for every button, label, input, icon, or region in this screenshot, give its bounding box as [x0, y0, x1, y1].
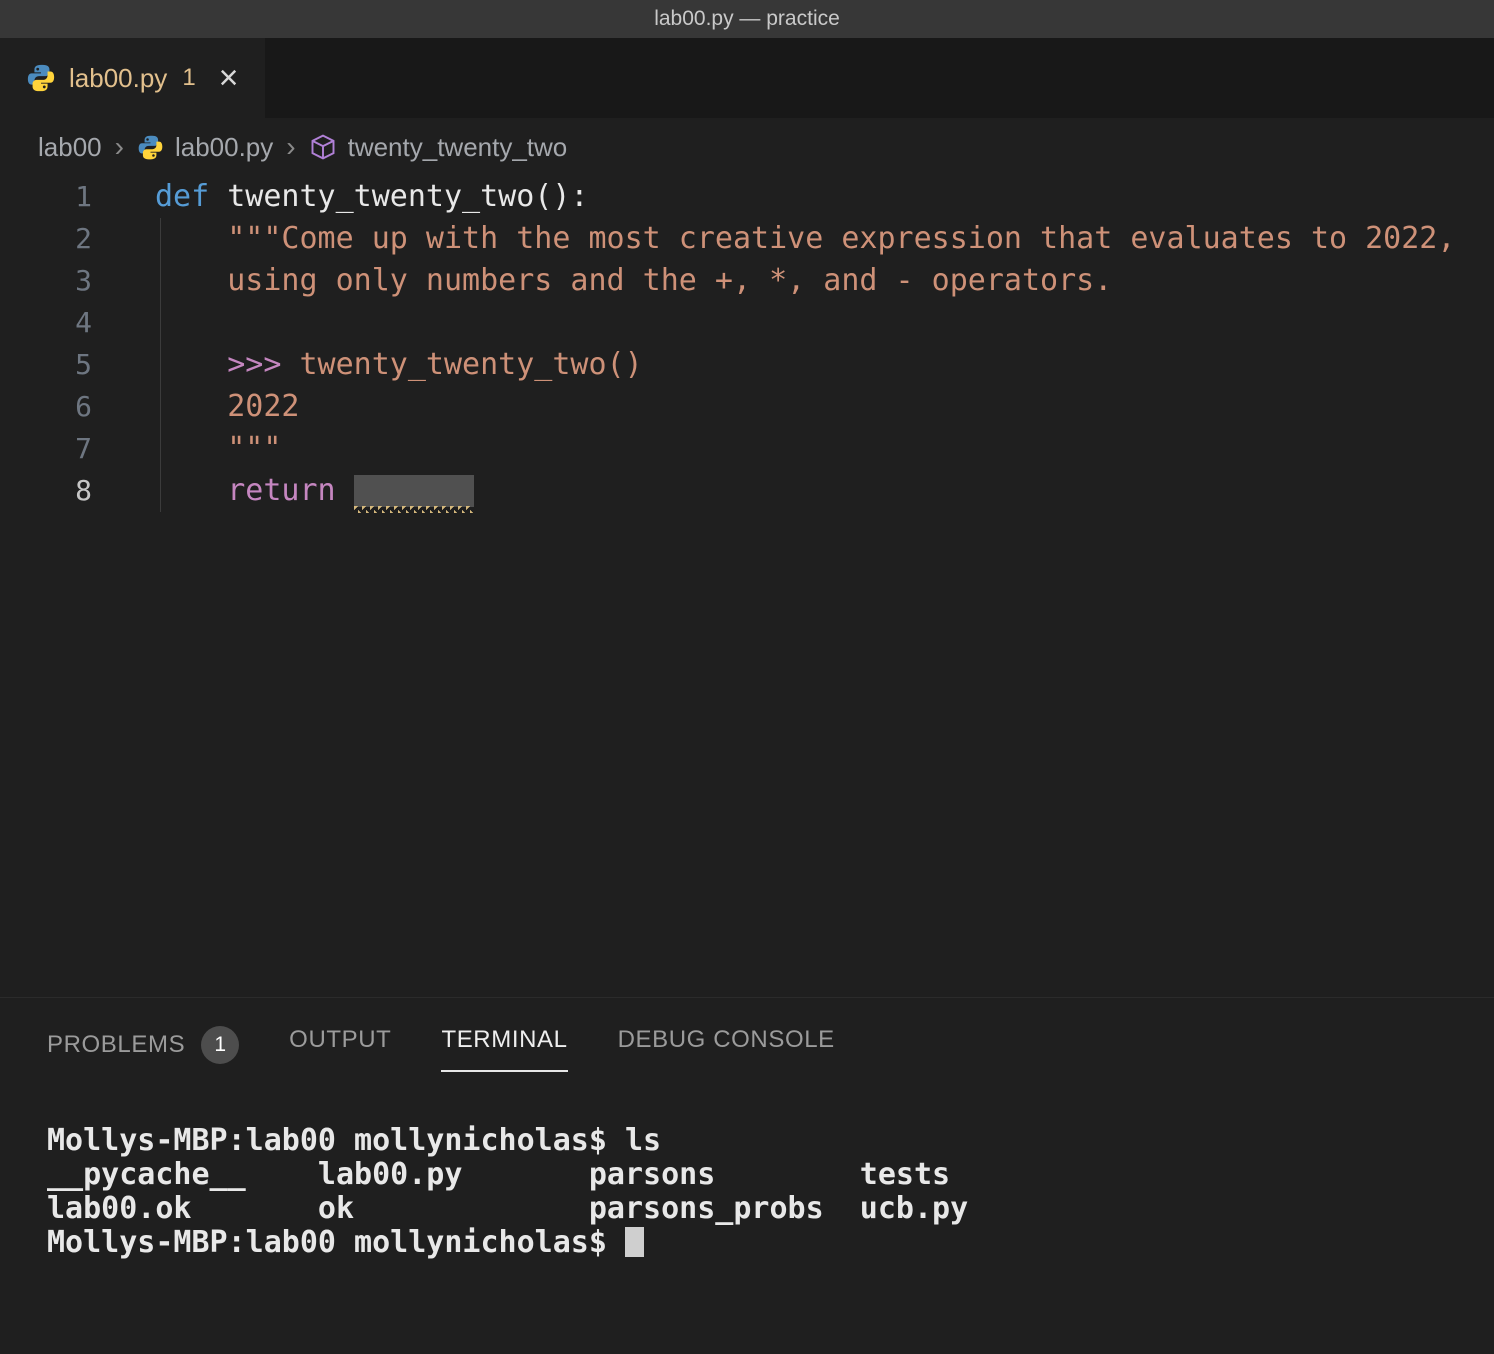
code-token: def [155, 179, 209, 214]
panel-tab-debug-console[interactable]: DEBUG CONSOLE [618, 1026, 835, 1072]
panel-tab-label: DEBUG CONSOLE [618, 1026, 835, 1054]
line-number: 6 [0, 386, 92, 428]
line-number: 2 [0, 218, 92, 260]
editor-line[interactable]: 1 def twenty_twenty_two(): [0, 176, 1494, 218]
panel-tab-label: OUTPUT [289, 1026, 391, 1054]
code-token: """ [155, 431, 281, 466]
code-text: >>> twenty_twenty_two() [155, 344, 643, 386]
tab-lab00py[interactable]: lab00.py 1 × [0, 38, 265, 118]
code-text: """ [155, 428, 281, 470]
code-text: def twenty_twenty_two(): [155, 176, 588, 218]
editor-line[interactable]: 4 [0, 302, 1494, 344]
tab-label: lab00.py [69, 63, 167, 94]
editor-line[interactable]: 7 """ [0, 428, 1494, 470]
terminal-cursor [625, 1227, 644, 1257]
editor-lines: 1def twenty_twenty_two():2 """Come up wi… [0, 176, 1494, 512]
code-token [209, 179, 227, 214]
terminal-line: __pycache__ lab00.py parsons tests [47, 1158, 1494, 1192]
panel-tab-terminal[interactable]: TERMINAL [441, 1026, 567, 1072]
line-number: 5 [0, 344, 92, 386]
chevron-right-icon: › [286, 131, 295, 163]
code-token: """Come up with the most creative expres… [155, 221, 1455, 256]
line-number: 7 [0, 428, 92, 470]
code-token: using only numbers and the +, *, and - o… [155, 263, 1112, 298]
breadcrumb-file[interactable]: lab00.py [175, 132, 273, 163]
code-token: return [155, 473, 354, 508]
indent-guide [160, 302, 161, 344]
editor-line[interactable]: 8 return [0, 470, 1494, 512]
terminal-line: Mollys-MBP:lab00 mollynicholas$ ls [47, 1124, 1494, 1158]
title-bar[interactable]: lab00.py — practice [0, 0, 1494, 38]
line-number: 3 [0, 260, 92, 302]
indent-guide [160, 470, 161, 512]
panel-tabs: PROBLEMS 1 OUTPUT TERMINAL DEBUG CONSOLE [0, 998, 1494, 1100]
code-text: return [155, 470, 474, 512]
terminal-line: lab00.ok ok parsons_probs ucb.py [47, 1192, 1494, 1226]
line-number: 4 [0, 302, 92, 344]
python-icon [26, 63, 56, 93]
breadcrumb-folder[interactable]: lab00 [38, 132, 102, 163]
editor-line[interactable]: 6 2022 [0, 386, 1494, 428]
indent-guide [160, 386, 161, 428]
panel-tab-label: PROBLEMS [47, 1031, 185, 1059]
vscode-window: lab00.py — practice lab00.py 1 × lab00 ›… [0, 0, 1494, 1354]
line-number: 8 [0, 470, 92, 512]
code-text: """Come up with the most creative expres… [155, 218, 1455, 260]
terminal-output[interactable]: Mollys-MBP:lab00 mollynicholas$ ls__pyca… [0, 1100, 1494, 1260]
symbol-namespace-icon [309, 133, 337, 161]
code-token: 2022 [155, 389, 300, 424]
code-token: twenty_twenty_two() [300, 347, 643, 382]
indent-guide [160, 428, 161, 470]
chevron-right-icon: › [115, 131, 124, 163]
python-icon [137, 134, 164, 161]
panel-tab-output[interactable]: OUTPUT [289, 1026, 391, 1072]
editor-line[interactable]: 2 """Come up with the most creative expr… [0, 218, 1494, 260]
bottom-panel: PROBLEMS 1 OUTPUT TERMINAL DEBUG CONSOLE Mol… [0, 998, 1494, 1354]
panel-tab-label: TERMINAL [441, 1026, 567, 1054]
code-text: using only numbers and the +, *, and - o… [155, 260, 1112, 302]
code-token: >>> [155, 347, 300, 382]
code-editor[interactable]: 1def twenty_twenty_two():2 """Come up wi… [0, 176, 1494, 998]
indent-guide [160, 344, 161, 386]
breadcrumb: lab00 › lab00.py › twenty_twenty_two [0, 118, 1494, 176]
terminal-text: lab00.ok ok parsons_probs ucb.py [47, 1191, 968, 1226]
editor-line[interactable]: 5 >>> twenty_twenty_two() [0, 344, 1494, 386]
code-text: 2022 [155, 386, 300, 428]
code-token: twenty_twenty_two [227, 179, 534, 214]
editor-tab-bar: lab00.py 1 × [0, 38, 1494, 118]
terminal-line: Mollys-MBP:lab00 mollynicholas$ [47, 1226, 1494, 1260]
problems-count-badge: 1 [201, 1026, 239, 1064]
close-icon[interactable]: × [219, 61, 239, 95]
indent-guide [160, 218, 161, 260]
selection-highlight-squiggle [354, 475, 474, 507]
terminal-text: __pycache__ lab00.py parsons tests [47, 1157, 950, 1192]
window-title: lab00.py — practice [654, 7, 840, 31]
indent-guide [160, 260, 161, 302]
breadcrumb-symbol[interactable]: twenty_twenty_two [348, 132, 568, 163]
line-number: 1 [0, 176, 92, 218]
terminal-text: Mollys-MBP:lab00 mollynicholas$ ls [47, 1123, 661, 1158]
tab-problem-count: 1 [182, 64, 195, 92]
panel-tab-problems[interactable]: PROBLEMS 1 [47, 1026, 239, 1082]
terminal-text: Mollys-MBP:lab00 mollynicholas$ [47, 1225, 625, 1260]
editor-line[interactable]: 3 using only numbers and the +, *, and -… [0, 260, 1494, 302]
code-token: (): [534, 179, 588, 214]
